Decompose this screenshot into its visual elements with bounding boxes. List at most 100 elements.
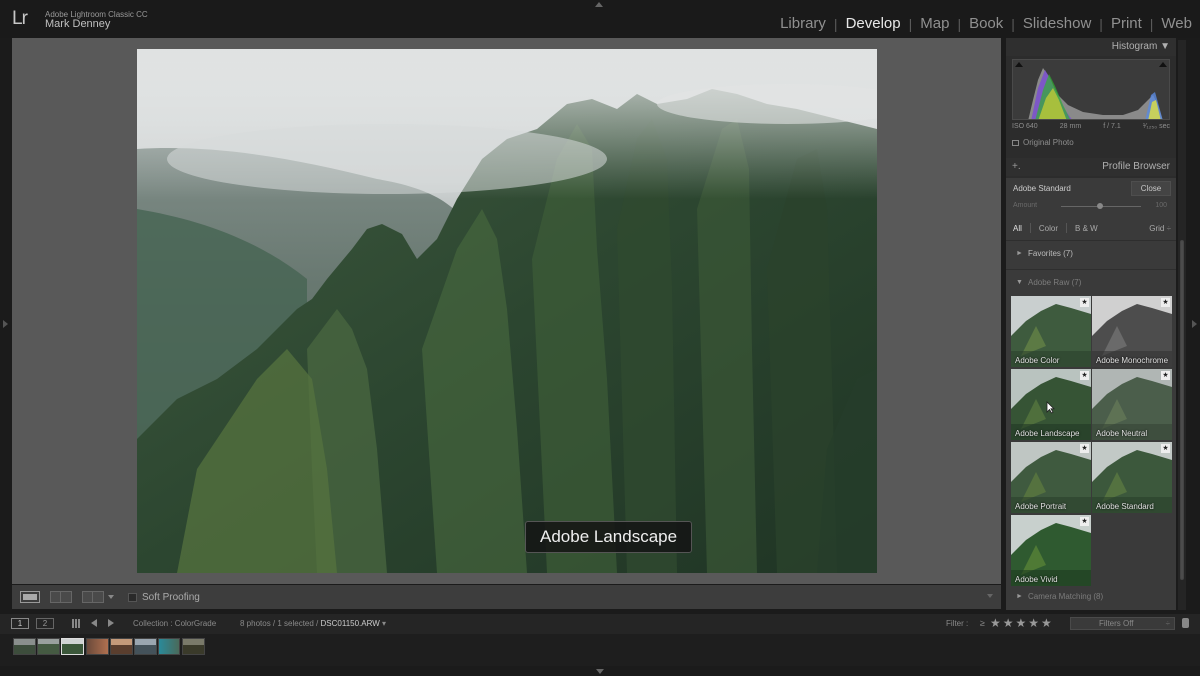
right-panel: Histogram ▼ ISO 640 28 mm f / 7.1 ¹⁄₁₂₅₀… — [1006, 38, 1176, 610]
group-camera-matching[interactable]: ► Camera Matching (8) — [1006, 586, 1176, 608]
collapse-triangle-icon: ▼ — [1016, 279, 1023, 286]
profile-browser-title: Profile Browser — [1102, 161, 1170, 172]
lock-icon[interactable] — [1182, 618, 1189, 628]
toolbar-content-menu-icon[interactable] — [987, 594, 993, 598]
focal-length: 28 mm — [1059, 123, 1082, 130]
right-panel-scrollbar[interactable] — [1178, 40, 1186, 610]
profile-tile-adobe-color[interactable]: ★ Adobe Color — [1011, 296, 1091, 367]
soft-proofing-checkbox[interactable] — [128, 592, 137, 602]
profile-tile-adobe-monochrome[interactable]: ★ Adobe Monochrome — [1092, 296, 1172, 367]
filmstrip-navigation-bar: 1 2 Collection : ColorGrade 8 photos / 1… — [0, 614, 1200, 634]
module-book[interactable]: Book — [961, 15, 1011, 32]
collapse-top-panel-icon[interactable] — [595, 2, 603, 7]
next-arrow-icon[interactable] — [108, 619, 114, 627]
favorite-star-icon[interactable]: ★ — [1080, 371, 1089, 380]
filter-label: Filter : — [946, 619, 969, 628]
filter-all[interactable]: All — [1013, 224, 1022, 233]
view-mode-dropdown[interactable]: Grid ÷ — [1149, 224, 1171, 233]
favorite-star-icon[interactable]: ★ — [1161, 298, 1170, 307]
primary-window-button[interactable]: 1 — [11, 618, 29, 629]
lightroom-logo: Lr — [12, 8, 28, 29]
compare-view-icon[interactable] — [50, 591, 72, 603]
profile-tile-adobe-vivid[interactable]: ★ Adobe Vivid — [1011, 515, 1091, 586]
secondary-window-button[interactable]: 2 — [36, 618, 54, 629]
filmstrip-thumbnail[interactable] — [134, 638, 157, 655]
collapse-right-panel-icon[interactable] — [1192, 320, 1197, 328]
filmstrip-thumbnail[interactable] — [37, 638, 60, 655]
filmstrip-thumbnail-selected[interactable] — [61, 638, 84, 655]
module-slideshow[interactable]: Slideshow — [1015, 15, 1099, 32]
collapse-filmstrip-icon[interactable] — [596, 669, 604, 674]
scrollbar-thumb[interactable] — [1180, 240, 1184, 580]
before-icon — [83, 592, 93, 602]
profile-name-overlay: Adobe Landscape — [525, 521, 693, 553]
shadow-clipping-icon[interactable] — [1015, 62, 1023, 67]
amount-slider-knob[interactable] — [1097, 203, 1103, 209]
profile-tile-adobe-standard[interactable]: ★ Adobe Standard — [1092, 442, 1172, 513]
iso-value: ISO 640 — [1012, 123, 1038, 130]
identity-plate: Lr Adobe Lightroom Classic CC Mark Denne… — [0, 0, 1200, 38]
module-develop[interactable]: Develop — [838, 15, 909, 32]
favorite-star-icon[interactable]: ★ — [1080, 517, 1089, 526]
filmstrip-thumbnail[interactable] — [110, 638, 133, 655]
photo-count[interactable]: 8 photos / 1 selected / DSC01150.ARW ▾ — [240, 619, 386, 628]
profile-tile-label: Adobe Standard — [1096, 502, 1154, 511]
filters-off-label: Filters Off — [1099, 619, 1134, 628]
favorite-star-icon[interactable]: ★ — [1161, 371, 1170, 380]
profile-tile-adobe-neutral[interactable]: ★ Adobe Neutral — [1092, 369, 1172, 440]
aperture-value: f / 7.1 — [1103, 123, 1121, 130]
module-picker: Library | Develop | Map | Book | Slideshow | … — [772, 15, 1192, 32]
rating-filter-stars[interactable]: ★★★★★ — [990, 616, 1054, 630]
filmstrip-thumbnail[interactable] — [158, 638, 180, 655]
image-canvas[interactable]: Adobe Landscape — [12, 38, 1001, 584]
module-map[interactable]: Map — [912, 15, 957, 32]
favorite-star-icon[interactable]: ★ — [1080, 298, 1089, 307]
amount-value: 100 — [1155, 202, 1167, 209]
photo-count-text: 8 photos / 1 selected / — [240, 619, 319, 628]
after-icon — [93, 592, 103, 602]
profile-tile-adobe-portrait[interactable]: ★ Adobe Portrait — [1011, 442, 1091, 513]
filmstrip-thumbnail[interactable] — [13, 638, 36, 655]
selected-filename: DSC01150.ARW — [320, 619, 380, 628]
group-label: Camera Matching (8) — [1028, 592, 1104, 601]
expand-triangle-icon: ► — [1016, 593, 1023, 600]
photo-preview[interactable] — [137, 49, 877, 573]
original-photo-label: Original Photo — [1023, 138, 1074, 147]
favorite-star-icon[interactable]: ★ — [1161, 444, 1170, 453]
profile-browser-header: +. Profile Browser — [1006, 158, 1176, 176]
soft-proofing-label: Soft Proofing — [142, 591, 200, 603]
group-label: Favorites (7) — [1028, 249, 1073, 258]
exif-info: ISO 640 28 mm f / 7.1 ¹⁄₁₂₅₀ sec — [1012, 123, 1170, 130]
filter-bw[interactable]: B & W — [1075, 224, 1098, 233]
highlight-clipping-icon[interactable] — [1159, 62, 1167, 67]
filmstrip-thumbnail[interactable] — [86, 638, 109, 655]
current-profile-name: Adobe Standard — [1013, 184, 1071, 193]
group-favorites[interactable]: ► Favorites (7) — [1006, 240, 1176, 266]
add-profile-icon[interactable]: +. — [1012, 158, 1021, 176]
expand-triangle-icon: ► — [1016, 250, 1023, 257]
original-photo-checkbox[interactable] — [1012, 139, 1019, 146]
module-library[interactable]: Library — [772, 15, 834, 32]
shutter-speed: ¹⁄₁₂₅₀ sec — [1142, 123, 1170, 130]
profile-tile-label: Adobe Vivid — [1015, 575, 1058, 584]
module-web[interactable]: Web — [1153, 15, 1192, 32]
previous-arrow-icon[interactable] — [91, 619, 97, 627]
loupe-view-icon[interactable] — [20, 591, 40, 603]
compare-left-icon — [51, 592, 61, 602]
filter-color[interactable]: Color — [1039, 224, 1058, 233]
favorite-star-icon[interactable]: ★ — [1080, 444, 1089, 453]
before-after-icon[interactable] — [82, 591, 104, 603]
grid-view-icon[interactable] — [72, 619, 81, 628]
filters-off-dropdown[interactable]: Filters Off ÷ — [1070, 617, 1175, 630]
close-button[interactable]: Close — [1131, 181, 1171, 196]
histogram[interactable] — [1012, 59, 1170, 120]
filmstrip-thumbnail[interactable] — [182, 638, 205, 655]
histogram-header[interactable]: Histogram ▼ — [1006, 38, 1176, 56]
collection-source[interactable]: Collection : ColorGrade — [133, 619, 216, 628]
group-adobe-raw[interactable]: ▼ Adobe Raw (7) — [1006, 269, 1176, 295]
module-print[interactable]: Print — [1103, 15, 1150, 32]
profile-tile-label: Adobe Neutral — [1096, 429, 1148, 438]
expand-left-panel-icon[interactable] — [3, 320, 8, 328]
chevron-down-icon[interactable] — [108, 595, 114, 599]
rating-comparison-symbol[interactable]: ≥ — [980, 618, 985, 628]
